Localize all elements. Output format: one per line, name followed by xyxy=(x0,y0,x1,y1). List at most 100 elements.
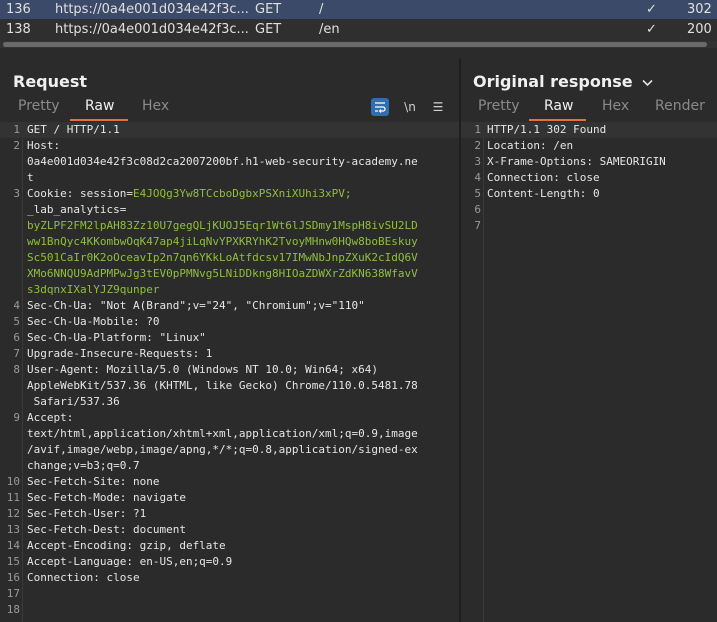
request-editor[interactable]: 1 GET / HTTP/1.1 2 Host: 0a4e001d034e42f3c08… xyxy=(0,122,459,622)
line-text: /avif,image/webp,image/apng,*/*;q=0.8,ap… xyxy=(27,443,418,456)
code-line[interactable]: 17 xyxy=(0,586,459,602)
line-text: s3dqnxIXalYJZ9qunper xyxy=(27,282,159,298)
scrollbar-thumb[interactable] xyxy=(3,42,707,47)
code-line[interactable]: 9 Accept: xyxy=(0,410,459,426)
cookie-value: ww1BnQyc4KKombwOqK47ap4jiLqNvYPXKRYhK2Tv… xyxy=(27,235,418,248)
active-tab-indicator xyxy=(529,119,586,121)
request-title: Request xyxy=(13,72,88,91)
line-number: 3 xyxy=(474,155,481,168)
code-line[interactable]: 7 Upgrade-Insecure-Requests: 1 xyxy=(0,346,459,362)
code-line[interactable]: 15 Accept-Language: en-US,en;q=0.9 xyxy=(0,554,459,570)
tab-hex[interactable]: Hex xyxy=(142,98,169,114)
tab-pretty[interactable]: Pretty xyxy=(478,98,520,114)
code-line[interactable]: 12 Sec-Fetch-User: ?1 xyxy=(0,506,459,522)
line-number: 4 xyxy=(474,171,481,184)
line-text: Accept-Encoding: gzip, deflate xyxy=(27,539,226,552)
line-text: text/html,application/xhtml+xml,applicat… xyxy=(27,427,418,440)
response-title-text: Original response xyxy=(473,72,633,91)
code-line[interactable]: 6 Sec-Ch-Ua-Platform: "Linux" xyxy=(0,330,459,346)
code-line[interactable]: 16 Connection: close xyxy=(0,570,459,586)
line-text: 0a4e001d034e42f3c08d2ca2007200bf.h1-web-… xyxy=(27,155,418,168)
tab-render[interactable]: Render xyxy=(655,98,705,114)
response-title[interactable]: Original response xyxy=(473,72,653,91)
line-text: AppleWebKit/537.36 (KHTML, like Gecko) C… xyxy=(27,379,418,392)
line-text: Sec-Fetch-Dest: document xyxy=(27,523,186,536)
line-text: Sec-Fetch-User: ?1 xyxy=(27,507,147,520)
line-number: 5 xyxy=(13,315,20,328)
line-text: Sec-Ch-Ua-Platform: "Linux" xyxy=(27,331,206,344)
line-text: Upgrade-Insecure-Requests: 1 xyxy=(27,347,213,360)
line-text: ww1BnQyc4KKombwOqK47ap4jiLqNvYPXKRYhK2Tv… xyxy=(27,234,418,250)
row-method: GET xyxy=(255,22,282,37)
history-row[interactable]: 138 https://0a4e001d034e42f3c... GET /en… xyxy=(0,20,717,39)
active-tab-indicator xyxy=(70,119,128,121)
code-line[interactable]: 6 xyxy=(461,202,717,218)
code-line[interactable]: 0a4e001d034e42f3c08d2ca2007200bf.h1-web-… xyxy=(0,154,459,170)
cookie-value: byZLPF2FM2lpAH83Zz10U7gegQLjKUOJ5Eqr1Wt6… xyxy=(27,219,418,232)
code-line[interactable]: 1 GET / HTTP/1.1 xyxy=(0,122,459,138)
code-line[interactable]: 10 Sec-Fetch-Site: none xyxy=(0,474,459,490)
wrap-lines-icon[interactable] xyxy=(371,98,389,116)
line-text: _lab_analytics= xyxy=(27,203,127,216)
line-text: t xyxy=(27,171,34,184)
response-panel: Original response Pretty Raw Hex Render … xyxy=(461,58,717,622)
tab-raw[interactable]: Raw xyxy=(85,98,114,114)
menu-icon[interactable]: ☰ xyxy=(429,98,447,116)
code-line[interactable]: ww1BnQyc4KKombwOqK47ap4jiLqNvYPXKRYhK2Tv… xyxy=(0,234,459,250)
code-line[interactable]: s3dqnxIXalYJZ9qunper xyxy=(0,282,459,298)
code-line[interactable]: 4 Connection: close xyxy=(461,170,717,186)
newline-toggle-button[interactable]: \n xyxy=(401,98,419,116)
code-line[interactable]: 3 X-Frame-Options: SAMEORIGIN xyxy=(461,154,717,170)
line-text: Connection: close xyxy=(487,171,600,184)
line-text: HTTP/1.1 302 Found xyxy=(487,123,607,136)
line-text: Connection: close xyxy=(27,571,140,584)
line-text: Sec-Fetch-Site: none xyxy=(27,475,160,488)
line-number: 6 xyxy=(13,331,20,344)
line-number: 2 xyxy=(13,139,20,152)
line-number: 6 xyxy=(474,203,481,216)
code-line[interactable]: Safari/537.36 xyxy=(0,394,459,410)
line-text: Sec-Ch-Ua: "Not A(Brand";v="24", "Chromi… xyxy=(27,299,365,312)
response-editor[interactable]: 1 HTTP/1.1 302 Found 2 Location: /en 3 X-Fram… xyxy=(461,122,717,622)
code-line[interactable]: 4 Sec-Ch-Ua: "Not A(Brand";v="24", "Chrom… xyxy=(0,298,459,314)
chevron-down-icon[interactable] xyxy=(642,72,653,91)
tab-pretty[interactable]: Pretty xyxy=(18,98,60,114)
code-line[interactable]: 14 Accept-Encoding: gzip, deflate xyxy=(0,538,459,554)
tab-raw[interactable]: Raw xyxy=(544,98,573,114)
code-line[interactable]: 2 Host: xyxy=(0,138,459,154)
row-number: 138 xyxy=(6,22,31,37)
line-text: Accept-Language: en-US,en;q=0.9 xyxy=(27,555,233,568)
code-line[interactable]: /avif,image/webp,image/apng,*/*;q=0.8,ap… xyxy=(0,442,459,458)
line-number: 16 xyxy=(6,571,20,584)
code-line[interactable]: t xyxy=(0,170,459,186)
code-line[interactable]: change;v=b3;q=0.7 xyxy=(0,458,459,474)
code-line[interactable]: text/html,application/xhtml+xml,applicat… xyxy=(0,426,459,442)
code-line[interactable]: 11 Sec-Fetch-Mode: navigate xyxy=(0,490,459,506)
line-text: Host: xyxy=(27,139,61,152)
line-number: 10 xyxy=(6,475,20,488)
code-line[interactable]: 5 Content-Length: 0 xyxy=(461,186,717,202)
code-line[interactable]: 7 xyxy=(461,218,717,234)
line-text: Sec-Ch-Ua-Mobile: ?0 xyxy=(27,315,160,328)
code-line[interactable]: Sc501CaIr0K2oOceavIp2n7qn6YKkLoAtfdcsv17… xyxy=(0,250,459,266)
code-line[interactable]: 8 User-Agent: Mozilla/5.0 (Windows NT 10.… xyxy=(0,362,459,378)
code-line[interactable]: _lab_analytics= xyxy=(0,202,459,218)
line-number: 17 xyxy=(6,587,20,600)
line-text: GET / HTTP/1.1 xyxy=(27,123,120,136)
code-line[interactable]: 3 Cookie: session=E4JOQg3Yw8TCcboDgbxPSXn… xyxy=(0,186,459,202)
code-line[interactable]: 5 Sec-Ch-Ua-Mobile: ?0 xyxy=(0,314,459,330)
code-line[interactable]: byZLPF2FM2lpAH83Zz10U7gegQLjKUOJ5Eqr1Wt6… xyxy=(0,218,459,234)
code-line[interactable]: 13 Sec-Fetch-Dest: document xyxy=(0,522,459,538)
tab-hex[interactable]: Hex xyxy=(602,98,629,114)
line-number: 3 xyxy=(13,187,20,200)
horizontal-scrollbar[interactable] xyxy=(0,41,717,48)
line-text: Accept: xyxy=(27,411,74,424)
code-line[interactable]: 18 xyxy=(0,602,459,618)
code-line[interactable]: XMo6NNQU9AdPMPwJg3tEV0pPMNvg5LNiDDkng8HI… xyxy=(0,266,459,282)
code-line[interactable]: 2 Location: /en xyxy=(461,138,717,154)
line-number: 9 xyxy=(13,411,20,424)
history-row[interactable]: 136 https://0a4e001d034e42f3c... GET / ✓… xyxy=(0,0,717,19)
row-method: GET xyxy=(255,2,282,17)
code-line[interactable]: 1 HTTP/1.1 302 Found xyxy=(461,122,717,138)
code-line[interactable]: AppleWebKit/537.36 (KHTML, like Gecko) C… xyxy=(0,378,459,394)
